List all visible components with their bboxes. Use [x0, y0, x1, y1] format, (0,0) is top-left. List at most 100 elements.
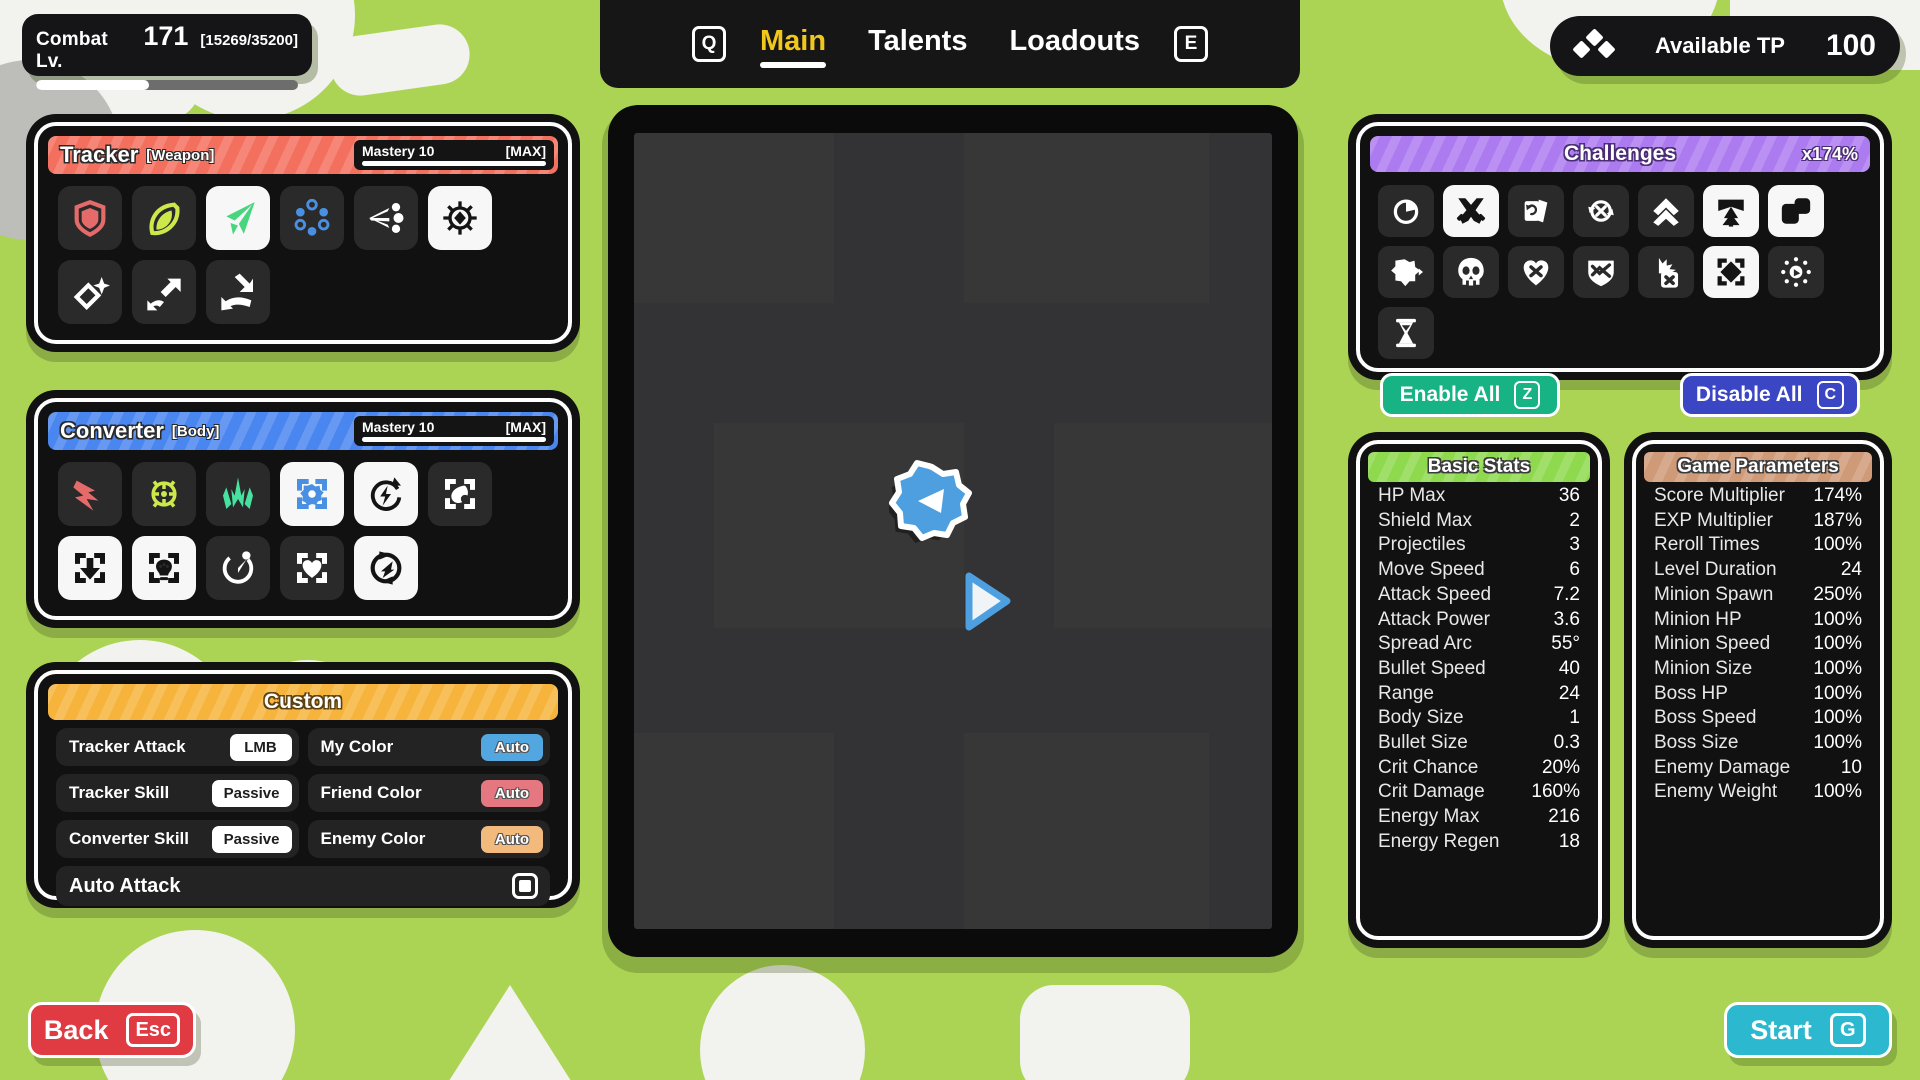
custom-row-1-left-label: Tracker Skill — [69, 783, 170, 802]
custom-row-0-left-label: Tracker Attack — [69, 737, 186, 756]
prev-tab-key[interactable]: Q — [692, 26, 727, 62]
slot-clock-pie-icon[interactable] — [1378, 185, 1434, 237]
game-param-row: Enemy Damage 10 — [1654, 756, 1862, 781]
game-param-5-value: 100% — [1813, 608, 1862, 630]
basic-stat-row: Range 24 — [1378, 682, 1580, 707]
custom-row-0-left-value[interactable]: LMB — [229, 733, 292, 761]
game-param-row: Minion HP 100% — [1654, 608, 1862, 633]
game-param-6-value: 100% — [1813, 633, 1862, 655]
custom-panel: Custom Tracker Attack LMB My Color Auto Trac… — [34, 670, 572, 906]
basic-stat-1-value: 2 — [1569, 509, 1580, 531]
game-param-row: Boss HP 100% — [1654, 682, 1862, 707]
enable-all-button[interactable]: Enable All Z — [1380, 373, 1560, 417]
custom-row-2-left-value[interactable]: Passive — [211, 825, 292, 853]
tab-main[interactable]: Main — [752, 21, 834, 68]
slot-card-swap-icon[interactable] — [1508, 185, 1564, 237]
auto-attack-row[interactable]: Auto Attack — [56, 866, 550, 906]
basic-stat-11-label: Crit Chance — [1378, 756, 1479, 778]
game-param-1-value: 187% — [1813, 509, 1862, 531]
diamonds-icon — [1572, 28, 1616, 61]
next-tab-key[interactable]: E — [1173, 26, 1208, 62]
slot-skull-icon[interactable] — [1443, 246, 1499, 298]
custom-row-2-right-value[interactable]: Auto — [481, 825, 543, 853]
slot-convert-bulb-icon[interactable] — [132, 536, 196, 600]
basic-stat-13-value: 216 — [1548, 806, 1580, 828]
auto-attack-checkbox[interactable] — [512, 873, 538, 899]
basic-stat-row: Attack Power 3.6 — [1378, 608, 1580, 633]
custom-row-0-left[interactable]: Tracker Attack LMB — [56, 728, 299, 766]
game-param-9-label: Boss Speed — [1654, 707, 1757, 729]
custom-row-1-right[interactable]: Friend Color Auto — [307, 774, 550, 812]
slot-overlap-squares-icon[interactable] — [1768, 185, 1824, 237]
slot-shield-shuffle-icon[interactable] — [1573, 246, 1629, 298]
game-param-6-label: Minion Speed — [1654, 633, 1771, 655]
basic-stat-8-value: 24 — [1558, 682, 1580, 704]
slot-no-explosion-icon[interactable] — [1638, 246, 1694, 298]
basic-stat-7-value: 40 — [1558, 657, 1580, 679]
slot-diamond-frame-icon[interactable] — [1703, 246, 1759, 298]
custom-row-1-right-value[interactable]: Auto — [481, 779, 543, 807]
slot-paper-plane-icon[interactable] — [206, 186, 270, 250]
game-param-row: Boss Speed 100% — [1654, 706, 1862, 731]
arena-canvas[interactable] — [634, 133, 1272, 929]
basic-stat-8-label: Range — [1378, 682, 1434, 704]
custom-row-1-left-value[interactable]: Passive — [211, 779, 292, 807]
tab-talents[interactable]: Talents — [860, 21, 975, 68]
slot-spiky-ball-icon[interactable] — [1378, 246, 1434, 298]
basic-stats-title: Basic Stats — [1427, 456, 1531, 477]
custom-row-1-left[interactable]: Tracker Skill Passive — [56, 774, 299, 812]
slot-spread-shot-icon[interactable] — [354, 186, 418, 250]
basic-stat-row: Crit Chance 20% — [1378, 756, 1580, 781]
slot-no-reroll-icon[interactable] — [1573, 185, 1629, 237]
custom-row-2-left[interactable]: Converter Skill Passive — [56, 820, 299, 858]
slot-burst-grass-icon[interactable] — [206, 462, 270, 526]
custom-row-0-right-value[interactable]: Auto — [481, 733, 543, 761]
custom-row-2-right[interactable]: Enemy Color Auto — [307, 820, 550, 858]
start-button[interactable]: Start G — [1724, 1002, 1892, 1058]
game-param-row: Enemy Weight 100% — [1654, 780, 1862, 805]
back-button[interactable]: Back Esc — [28, 1002, 196, 1058]
slot-convert-heart-icon[interactable] — [280, 536, 344, 600]
disable-all-key: C — [1816, 381, 1845, 409]
basic-stat-row: Shield Max 2 — [1378, 509, 1580, 534]
enemy-blue-triangle — [965, 572, 1011, 631]
game-param-4-value: 250% — [1813, 583, 1862, 605]
slot-cycle-speed-icon[interactable] — [354, 536, 418, 600]
basic-stat-14-label: Energy Regen — [1378, 830, 1500, 852]
slot-arrow-bounce-down-icon[interactable] — [206, 260, 270, 324]
slot-recharge-bolt-icon[interactable] — [354, 462, 418, 526]
basic-stat-14-value: 18 — [1558, 830, 1580, 852]
disable-all-button[interactable]: Disable All C — [1680, 373, 1860, 417]
challenges-title: Challenges — [1563, 142, 1677, 165]
slot-crossed-swords-icon[interactable] — [1443, 185, 1499, 237]
converter-panel: Converter [Body] Mastery 10 [MAX] — [34, 398, 572, 620]
slot-hex-cluster-icon[interactable] — [280, 186, 344, 250]
slot-banner-tree-icon[interactable] — [1703, 185, 1759, 237]
slot-convert-gear-icon[interactable] — [280, 462, 344, 526]
game-param-2-value: 100% — [1813, 534, 1862, 556]
slot-sparkle-card-icon[interactable] — [58, 260, 122, 324]
slot-heart-cross-icon[interactable] — [1508, 246, 1564, 298]
slot-double-chevron-up-icon[interactable] — [1638, 185, 1694, 237]
slot-shield-icon[interactable] — [58, 186, 122, 250]
slot-convert-orb-icon[interactable] — [428, 462, 492, 526]
slot-arrow-bounce-up-icon[interactable] — [132, 260, 196, 324]
slot-hourglass-icon[interactable] — [1378, 307, 1434, 359]
challenges-panel: Challenges x174% Enable All Z Disable Al… — [1356, 122, 1884, 417]
disable-all-label: Disable All — [1695, 383, 1803, 406]
tracker-mastery: Mastery 10 [MAX] — [354, 140, 554, 170]
game-screen: Combat Lv. 171 [15269/35200] Q Main Tale… — [0, 0, 1920, 1080]
slot-convert-download-icon[interactable] — [58, 536, 122, 600]
basic-stat-row: Crit Damage 160% — [1378, 780, 1580, 805]
arena-preview[interactable] — [608, 105, 1298, 957]
slot-sun-dots-icon[interactable] — [1768, 246, 1824, 298]
slot-timer-arrow-icon[interactable] — [206, 536, 270, 600]
enable-all-key: Z — [1514, 381, 1541, 409]
slot-dash-arrow-icon[interactable] — [58, 462, 122, 526]
slot-orbit-target-icon[interactable] — [132, 462, 196, 526]
slot-target-diamond-icon[interactable] — [428, 186, 492, 250]
custom-row-0-right[interactable]: My Color Auto — [307, 728, 550, 766]
tab-loadouts[interactable]: Loadouts — [1001, 21, 1148, 68]
game-param-10-value: 100% — [1813, 732, 1862, 754]
slot-leaf-crescent-icon[interactable] — [132, 186, 196, 250]
